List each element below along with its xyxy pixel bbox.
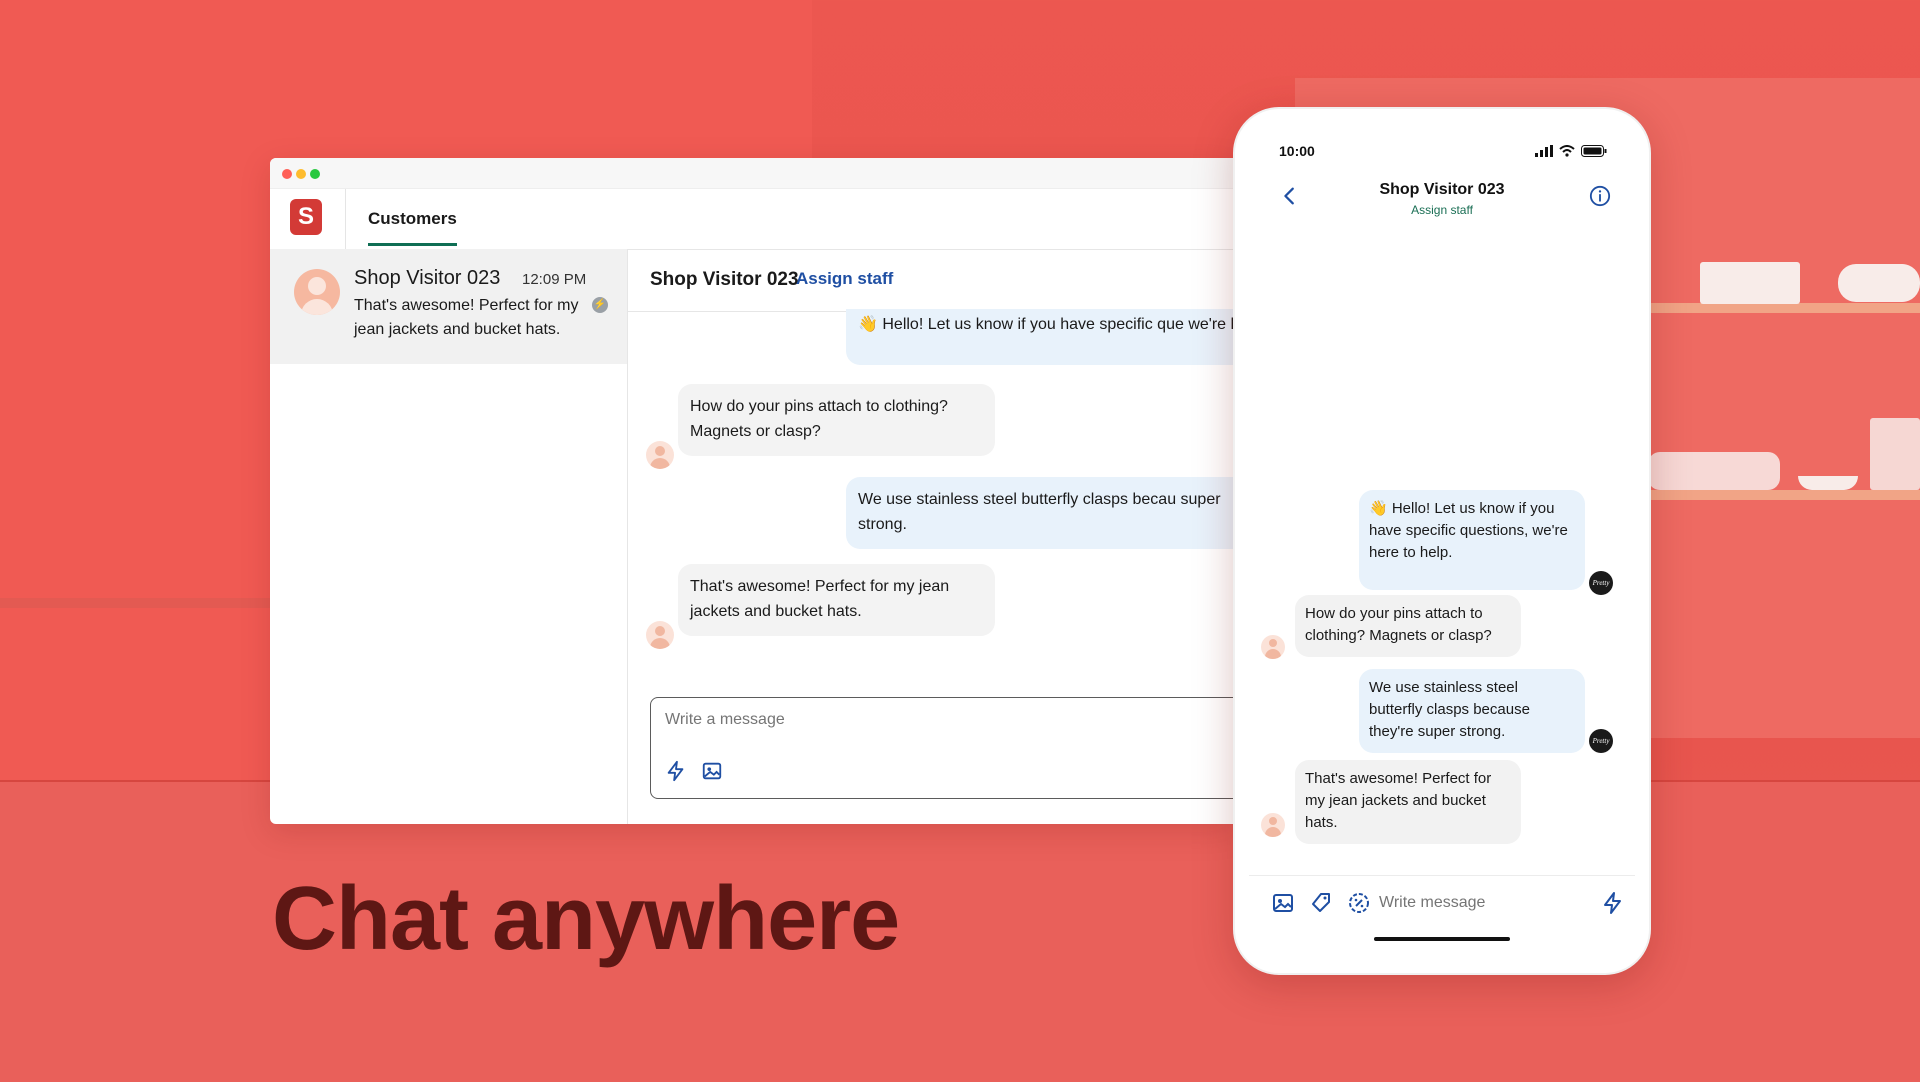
shop-channel-icon: ⚡ [592, 297, 608, 313]
app-header: S Customers [270, 189, 1235, 250]
conversation-preview: That's awesome! Perfect for my jean jack… [354, 297, 579, 338]
battery-icon [1581, 145, 1607, 157]
visitor-avatar [1261, 635, 1285, 659]
lightning-icon[interactable] [1601, 891, 1625, 915]
chat-header: Shop Visitor 023 Assign staff [628, 249, 1235, 312]
shop-avatar: Pretty Pins [1589, 729, 1613, 769]
status-icons [1535, 145, 1607, 157]
shop-avatar: Pretty Pins [1589, 571, 1613, 611]
shelf-box [1700, 262, 1800, 304]
chat-panel: Shop Visitor 023 Assign staff 👋 Hello! L… [628, 249, 1235, 824]
lightning-icon[interactable] [665, 760, 687, 782]
maximize-window-button[interactable] [310, 169, 320, 179]
window-titlebar [270, 158, 1235, 189]
header-divider [345, 189, 346, 249]
info-icon[interactable] [1589, 185, 1611, 207]
signal-icon [1535, 145, 1553, 157]
visitor-avatar [1261, 813, 1285, 837]
conversation-list: Shop Visitor 023 12:09 PM That's awesome… [270, 249, 628, 824]
phone-mockup: 10:00 Shop Visitor 023 Assign staff 👋 He… [1233, 107, 1651, 975]
tab-customers[interactable]: Customers [368, 209, 457, 246]
phone-notch [1349, 123, 1539, 153]
phone-chat-title: Shop Visitor 023 [1379, 181, 1505, 198]
visitor-avatar [646, 621, 674, 649]
visitor-avatar [294, 269, 340, 315]
headline: Chat anywhere [272, 869, 900, 969]
conversation-time: 12:09 PM [522, 271, 587, 288]
conversation-list-item[interactable]: Shop Visitor 023 12:09 PM That's awesome… [270, 249, 627, 364]
phone-message-visitor: That's awesome! Perfect for my jean jack… [1295, 760, 1521, 844]
phone-message-visitor: How do your pins attach to clothing? Mag… [1295, 595, 1521, 657]
phone-assign-staff-link[interactable]: Assign staff [1249, 203, 1635, 217]
home-indicator[interactable] [1374, 937, 1510, 941]
minimize-window-button[interactable] [296, 169, 306, 179]
phone-composer-divider [1249, 875, 1635, 876]
shelf-block [1870, 418, 1920, 490]
visitor-avatar [646, 441, 674, 469]
status-time: 10:00 [1279, 143, 1315, 159]
background-trim [0, 598, 270, 608]
image-icon[interactable] [701, 760, 723, 782]
close-window-button[interactable] [282, 169, 292, 179]
shelf-lower [1648, 490, 1920, 500]
shelf-roll [1838, 264, 1920, 302]
shelf-bowl [1798, 476, 1858, 490]
discount-icon[interactable] [1347, 891, 1371, 915]
product-tag-icon[interactable] [1309, 891, 1333, 915]
phone-message-shop: We use stainless steel butterfly clasps … [1359, 669, 1585, 753]
message-composer [650, 697, 1235, 799]
message-bubble-shop: 👋 Hello! Let us know if you have specifi… [846, 309, 1235, 365]
shop-logo-icon: S [290, 199, 322, 235]
conversation-name: Shop Visitor 023 [354, 267, 501, 289]
wifi-icon [1559, 145, 1575, 157]
assign-staff-link[interactable]: Assign staff [796, 269, 893, 289]
shelf-cylinder [1648, 452, 1780, 490]
message-bubble-shop: We use stainless steel butterfly clasps … [846, 477, 1235, 549]
message-input[interactable] [663, 710, 1167, 730]
phone-message-input[interactable] [1377, 893, 1551, 913]
image-icon[interactable] [1271, 891, 1295, 915]
message-bubble-visitor: How do your pins attach to clothing? Mag… [678, 384, 995, 456]
desktop-app-window: S Customers Shop Visitor 023 12:09 PM Th… [270, 158, 1235, 824]
phone-message-shop: 👋 Hello! Let us know if you have specifi… [1359, 490, 1585, 590]
phone-screen: 10:00 Shop Visitor 023 Assign staff 👋 He… [1249, 123, 1635, 959]
shelf-upper [1648, 303, 1920, 313]
chat-title: Shop Visitor 023 [650, 269, 799, 290]
message-bubble-visitor: That's awesome! Perfect for my jean jack… [678, 564, 995, 636]
